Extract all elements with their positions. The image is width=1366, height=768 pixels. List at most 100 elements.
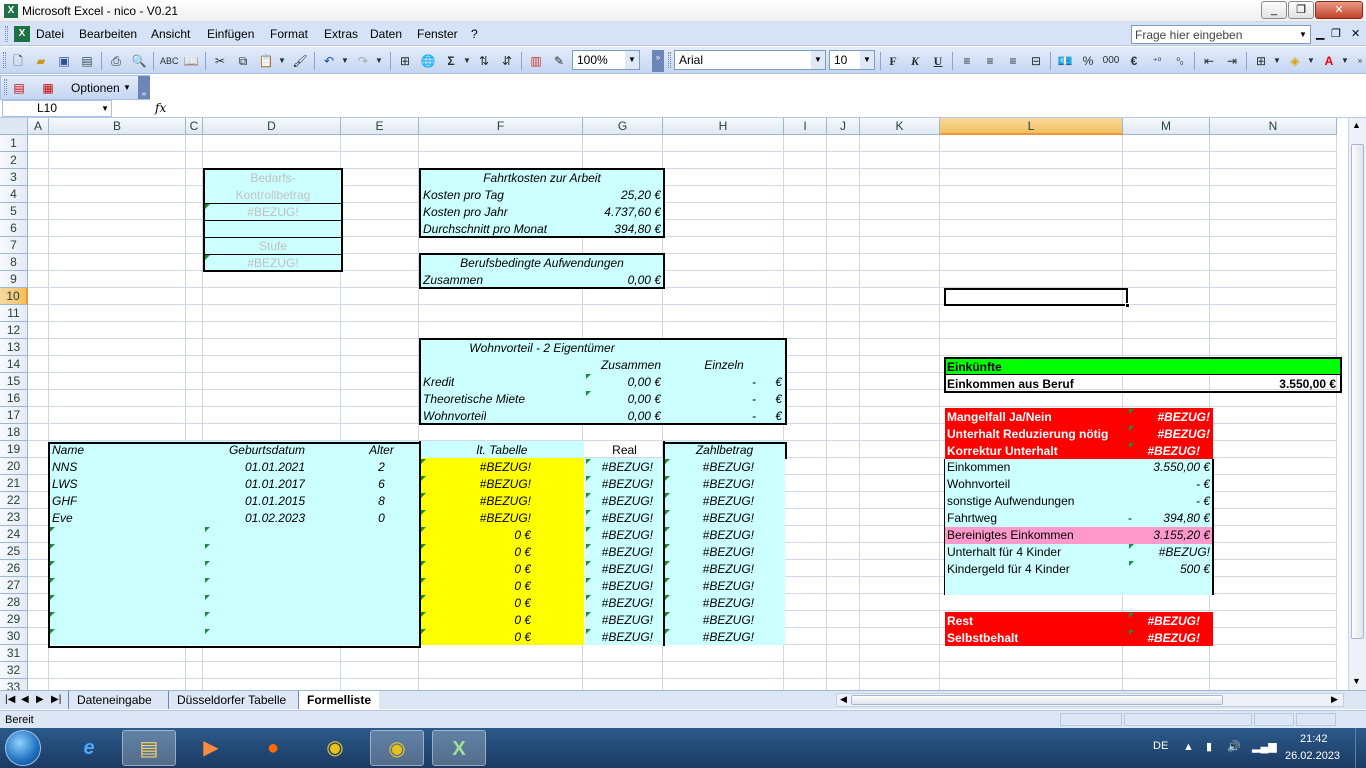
kinder-row-zahl[interactable]: #BEZUG! [664, 544, 754, 560]
reduzierung-value[interactable]: #BEZUG! [1128, 426, 1210, 442]
row-header-12[interactable]: 12 [0, 322, 28, 339]
row-header-25[interactable]: 25 [0, 543, 28, 560]
kinder-row-zahl[interactable]: #BEZUG! [664, 493, 754, 509]
last-sheet-icon[interactable]: ▶| [51, 694, 61, 705]
menu-daten[interactable]: Daten [370, 27, 402, 41]
rest-value[interactable]: #BEZUG! [1128, 613, 1200, 629]
align-right-icon[interactable]: ≡ [1005, 53, 1021, 69]
column-header-b[interactable]: B [49, 118, 186, 135]
kinder-row-alter[interactable]: 0 [343, 510, 420, 526]
format-painter-icon[interactable]: 🖌 [292, 53, 308, 69]
toolbar-grip[interactable] [5, 26, 8, 42]
merge-center-icon[interactable]: ⊟ [1028, 53, 1044, 69]
print-icon[interactable]: ⎙ [108, 53, 124, 69]
kinder-row-zahl[interactable]: #BEZUG! [664, 612, 754, 628]
column-header-f[interactable]: F [419, 118, 583, 135]
menu-datei[interactable]: Datei [36, 27, 64, 41]
row-header-15[interactable]: 15 [0, 373, 28, 390]
prev-sheet-icon[interactable]: ◀ [21, 694, 29, 705]
bold-button[interactable]: F [885, 53, 901, 69]
save-icon[interactable]: ▣ [56, 53, 72, 69]
start-button[interactable] [5, 730, 41, 766]
row-header-23[interactable]: 23 [0, 509, 28, 526]
drawing-icon[interactable]: ✎ [551, 53, 567, 69]
scroll-down-icon[interactable]: ▼ [1352, 676, 1361, 686]
globe-icon[interactable]: 🌐 [420, 53, 436, 69]
selected-cell-l10[interactable] [944, 288, 1128, 306]
row-header-33[interactable]: 33 [0, 679, 28, 690]
calc-row-label[interactable]: Unterhalt für 4 Kinder [947, 544, 1061, 560]
print-preview-icon[interactable]: 🔍 [131, 53, 147, 69]
reduzierung-label[interactable]: Unterhalt Reduzierung nötig [947, 426, 1108, 442]
kinder-row-real[interactable]: #BEZUG! [585, 476, 653, 492]
calc-row-label[interactable]: Kindergeld für 4 Kinder [947, 561, 1070, 577]
redo-icon[interactable]: ↷ [355, 53, 371, 69]
kinder-row-zahl[interactable]: #BEZUG! [664, 561, 754, 577]
vertical-scrollbar[interactable]: ▲ ▼ [1348, 118, 1366, 690]
kinder-zahl-header[interactable]: Zahlbetrag [664, 442, 785, 458]
row-header-1[interactable]: 1 [0, 135, 28, 152]
kinder-row-tabelle[interactable]: #BEZUG! [420, 493, 531, 509]
calc-row-label[interactable]: Einkommen [947, 459, 1010, 475]
column-header-g[interactable]: G [583, 118, 663, 135]
row-header-19[interactable]: 19 [0, 441, 28, 458]
toolbar-options-icon[interactable]: » [1352, 53, 1366, 69]
mangelfall-value[interactable]: #BEZUG! [1128, 409, 1210, 425]
hyperlink-icon[interactable]: ⊞ [397, 53, 413, 69]
spelling-icon[interactable]: ABC [160, 53, 179, 69]
kinder-row-zahl[interactable]: #BEZUG! [664, 595, 754, 611]
increase-decimal-icon[interactable]: ⁺⁰ [1149, 53, 1165, 69]
kinder-row-tabelle[interactable]: 0 € [420, 612, 531, 628]
clock-date[interactable]: 26.02.2023 [1285, 750, 1340, 762]
row-header-18[interactable]: 18 [0, 424, 28, 441]
zoom-select[interactable]: 100% ▼ [572, 50, 640, 70]
workbook-icon[interactable]: X [14, 26, 30, 42]
kinder-row-zahl[interactable]: #BEZUG! [664, 459, 754, 475]
row-header-30[interactable]: 30 [0, 628, 28, 645]
mdi-restore-icon[interactable]: ❐ [1331, 27, 1341, 40]
horizontal-scroll-thumb[interactable] [851, 695, 1223, 705]
kinder-row-tabelle[interactable]: 0 € [420, 629, 531, 645]
column-header-n[interactable]: N [1210, 118, 1337, 135]
chevron-down-icon[interactable]: ▼ [123, 83, 131, 92]
menu-extras[interactable]: Extras [324, 27, 358, 41]
tab-duesseldorfer-tabelle[interactable]: Düsseldorfer Tabelle [168, 691, 295, 709]
kinder-row-real[interactable]: #BEZUG! [585, 527, 653, 543]
row-header-26[interactable]: 26 [0, 560, 28, 577]
kinder-name-header[interactable]: Name [52, 442, 84, 458]
row-header-22[interactable]: 22 [0, 492, 28, 509]
kinder-row-real[interactable]: #BEZUG! [585, 459, 653, 475]
chart-wizard-icon[interactable]: ▥ [528, 53, 544, 69]
row-header-14[interactable]: 14 [0, 356, 28, 373]
column-header-a[interactable]: A [28, 118, 49, 135]
copy-icon[interactable]: ⧉ [235, 53, 251, 69]
fill-color-icon[interactable]: ◈ [1287, 53, 1303, 69]
calc-row-label[interactable]: Wohnvorteil [947, 476, 1010, 492]
percent-button[interactable]: % [1080, 53, 1096, 69]
kinder-row-tabelle[interactable]: 0 € [420, 595, 531, 611]
calc-row-label[interactable]: Fahrtweg [947, 510, 997, 526]
rest-label[interactable]: Rest [947, 613, 973, 629]
kinder-row-geb[interactable]: 01.01.2015 [205, 493, 305, 509]
menu-bearbeiten[interactable]: Bearbeiten [79, 27, 137, 41]
column-header-d[interactable]: D [203, 118, 341, 135]
chevron-down-icon[interactable]: ▼ [1299, 30, 1307, 39]
firefox-icon[interactable]: ● [246, 730, 300, 766]
pdf-icon[interactable]: ▤ [11, 80, 27, 96]
kinder-row-tabelle[interactable]: 0 € [420, 527, 531, 543]
menu-einfuegen[interactable]: Einfügen [207, 27, 254, 41]
kinder-row-zahl[interactable]: #BEZUG! [664, 629, 754, 645]
row-header-24[interactable]: 24 [0, 526, 28, 543]
kinder-row-real[interactable]: #BEZUG! [585, 493, 653, 509]
toolbar-grip[interactable] [3, 52, 6, 68]
column-header-k[interactable]: K [860, 118, 940, 135]
show-desktop-button[interactable] [1355, 728, 1366, 768]
open-folder-icon[interactable]: ▰ [33, 53, 49, 69]
kinder-row-name[interactable]: GHF [52, 493, 77, 509]
kinder-row-real[interactable]: #BEZUG! [585, 510, 653, 526]
column-header-j[interactable]: J [827, 118, 860, 135]
font-size-select[interactable]: 10 ▼ [829, 50, 875, 70]
close-button[interactable]: ✕ [1315, 1, 1363, 19]
menu-format[interactable]: Format [270, 27, 308, 41]
calc-row-value[interactable]: 394,80 € [1128, 510, 1210, 526]
